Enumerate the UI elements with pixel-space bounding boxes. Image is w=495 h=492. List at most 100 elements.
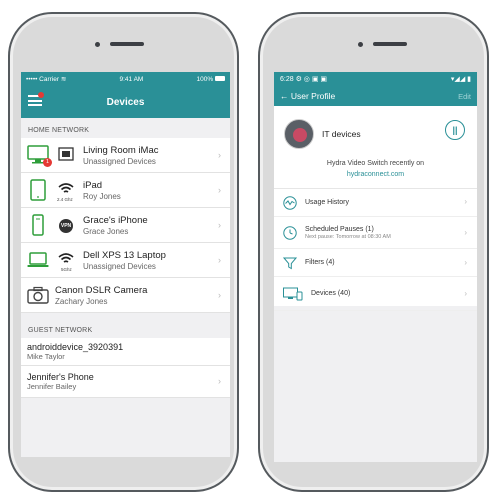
- device-text: Living Room iMac Unassigned Devices: [83, 145, 159, 166]
- menu-label: Scheduled Pauses (1): [305, 225, 374, 233]
- desktop-icon: 1: [27, 144, 52, 167]
- wifi-icon: 5Ghz: [55, 252, 77, 272]
- device-owner: Roy Jones: [83, 191, 121, 201]
- menu-label: Filters (4): [305, 259, 335, 266]
- note-text: Hydra Video Switch recently on: [326, 160, 425, 167]
- phone-right: 6:28 ⚙ ◎ ▣ ▣ ▾◢◢ ▮ ← User Profile Edit I…: [258, 12, 489, 492]
- notification-icons: ⚙ ◎ ▣ ▣: [295, 76, 328, 83]
- speaker-grille: [110, 42, 144, 46]
- profile-menu: Usage History › Scheduled Pauses (1) Nex…: [274, 188, 477, 311]
- avatar[interactable]: [284, 118, 314, 149]
- speaker-grille: [373, 42, 407, 46]
- tablet-icon: [27, 179, 49, 201]
- status-time: 6:28: [280, 76, 294, 83]
- device-owner: Grace Jones: [83, 226, 129, 236]
- laptop-icon: [27, 249, 49, 271]
- note-link[interactable]: hydraconnect.com: [274, 169, 477, 180]
- menu-text: Usage History: [305, 199, 349, 206]
- menu-devices[interactable]: Devices (40) ›: [274, 277, 477, 311]
- back-button[interactable]: ← User Profile: [280, 91, 335, 101]
- chevron-right-icon: ›: [218, 255, 221, 265]
- profile-body: IT devices || Hydra Video Switch recentl…: [274, 106, 477, 311]
- menu-label: Devices (40): [311, 290, 351, 297]
- device-row-canon-camera[interactable]: Canon DSLR Camera Zachary Jones ›: [21, 278, 230, 313]
- user-profile-screen: 6:28 ⚙ ◎ ▣ ▣ ▾◢◢ ▮ ← User Profile Edit I…: [274, 72, 477, 462]
- guest-device-list: androiddevice_3920391 Mike Taylor Jennif…: [21, 338, 230, 398]
- status-bar: ••••• Carrier ≋ 9:41 AM 100%: [21, 72, 230, 86]
- device-owner: Jennifer Bailey: [27, 382, 77, 391]
- home-device-list: 1 Living Room iMac Unassigned Devices ›: [21, 138, 230, 313]
- menu-text: Filters (4): [305, 259, 335, 266]
- wifi-icon: 2.4 Ghz: [55, 182, 77, 202]
- band-label: 5Ghz: [61, 266, 72, 272]
- device-name: Dell XPS 13 Laptop: [83, 249, 166, 261]
- device-text: iPad Roy Jones: [83, 180, 121, 201]
- device-row-ipad[interactable]: 2.4 Ghz iPad Roy Jones ›: [21, 173, 230, 208]
- wifi-icon: ≋: [60, 76, 67, 83]
- camera-dot: [95, 42, 100, 47]
- device-owner: Zachary Jones: [55, 296, 108, 306]
- device-name: iPad: [83, 179, 103, 191]
- device-name: Living Room iMac: [83, 144, 159, 156]
- chevron-right-icon: ›: [218, 220, 221, 230]
- ethernet-icon: [55, 146, 77, 164]
- menu-scheduled-pauses[interactable]: Scheduled Pauses (1) Next pause: Tomorro…: [274, 217, 477, 249]
- signal-icons: ▾◢◢ ▮: [450, 76, 471, 83]
- guest-device-row[interactable]: androiddevice_3920391 Mike Taylor: [21, 338, 230, 366]
- device-row-dell-laptop[interactable]: 5Ghz Dell XPS 13 Laptop Unassigned Devic…: [21, 243, 230, 278]
- menu-text: Scheduled Pauses (1) Next pause: Tomorro…: [305, 226, 391, 240]
- carrier-label: ••••• Carrier ≋: [26, 76, 67, 83]
- chevron-right-icon: ›: [218, 185, 221, 195]
- chevron-right-icon: ›: [464, 197, 467, 206]
- device-row-grace-iphone[interactable]: VPN Grace's iPhone Grace Jones ›: [21, 208, 230, 243]
- status-bar: 6:28 ⚙ ◎ ▣ ▣ ▾◢◢ ▮: [274, 72, 477, 86]
- phone-left: ••••• Carrier ≋ 9:41 AM 100% Devices HOM…: [8, 12, 239, 492]
- pause-icon[interactable]: ||: [445, 120, 465, 140]
- device-name: Grace's iPhone: [83, 214, 148, 226]
- device-name: Canon DSLR Camera: [55, 284, 148, 296]
- empty-area: [274, 336, 477, 456]
- chevron-right-icon: ›: [218, 150, 221, 160]
- device-row-imac[interactable]: 1 Living Room iMac Unassigned Devices ›: [21, 138, 230, 173]
- chevron-right-icon: ›: [464, 289, 467, 298]
- menu-usage-history[interactable]: Usage History ›: [274, 189, 477, 217]
- phone-icon: [27, 214, 49, 236]
- vpn-icon: VPN: [55, 218, 77, 233]
- activity-note: Hydra Video Switch recently on hydraconn…: [274, 152, 477, 180]
- devices-screen: ••••• Carrier ≋ 9:41 AM 100% Devices HOM…: [21, 72, 230, 457]
- activity-icon: [283, 195, 297, 210]
- chevron-right-icon: ›: [464, 228, 467, 237]
- status-time: 9:41 AM: [119, 75, 144, 83]
- devices-icon: [283, 287, 303, 301]
- edit-button[interactable]: Edit: [458, 92, 471, 101]
- menu-label: Usage History: [305, 199, 349, 206]
- chevron-right-icon: ›: [464, 258, 467, 267]
- guest-device-row[interactable]: Jennifer's Phone Jennifer Bailey ›: [21, 366, 230, 398]
- device-name: androiddevice_3920391: [27, 342, 124, 352]
- device-owner: Mike Taylor: [27, 352, 65, 361]
- nav-bar: Devices: [21, 86, 230, 118]
- home-network-header: HOME NETWORK: [28, 127, 90, 134]
- avatar-inner: [293, 127, 307, 142]
- chevron-right-icon: ›: [218, 376, 221, 386]
- nav-bar: ← User Profile Edit: [274, 86, 477, 106]
- camera-icon: [27, 284, 49, 306]
- device-text: Grace's iPhone Grace Jones: [83, 215, 148, 236]
- device-text: Canon DSLR Camera Zachary Jones: [55, 285, 147, 306]
- filter-icon: [283, 256, 297, 270]
- menu-sublabel: Next pause: Tomorrow at 08:30 AM: [305, 233, 391, 240]
- notification-dot: [38, 92, 44, 98]
- page-title: Devices: [106, 96, 145, 108]
- device-owner: Unassigned Devices: [83, 261, 156, 271]
- status-left: 6:28 ⚙ ◎ ▣ ▣: [280, 75, 327, 83]
- chevron-right-icon: ›: [218, 290, 221, 300]
- device-badge: 1: [43, 158, 52, 167]
- device-text: Dell XPS 13 Laptop Unassigned Devices: [83, 250, 166, 271]
- battery-label: 100%: [197, 76, 225, 83]
- clock-icon: [283, 225, 297, 240]
- guest-network-header: GUEST NETWORK: [28, 327, 93, 334]
- profile-header: IT devices ||: [274, 106, 477, 152]
- device-name: Jennifer's Phone: [27, 372, 94, 382]
- menu-filters[interactable]: Filters (4) ›: [274, 249, 477, 277]
- menu-text: Devices (40): [311, 290, 350, 297]
